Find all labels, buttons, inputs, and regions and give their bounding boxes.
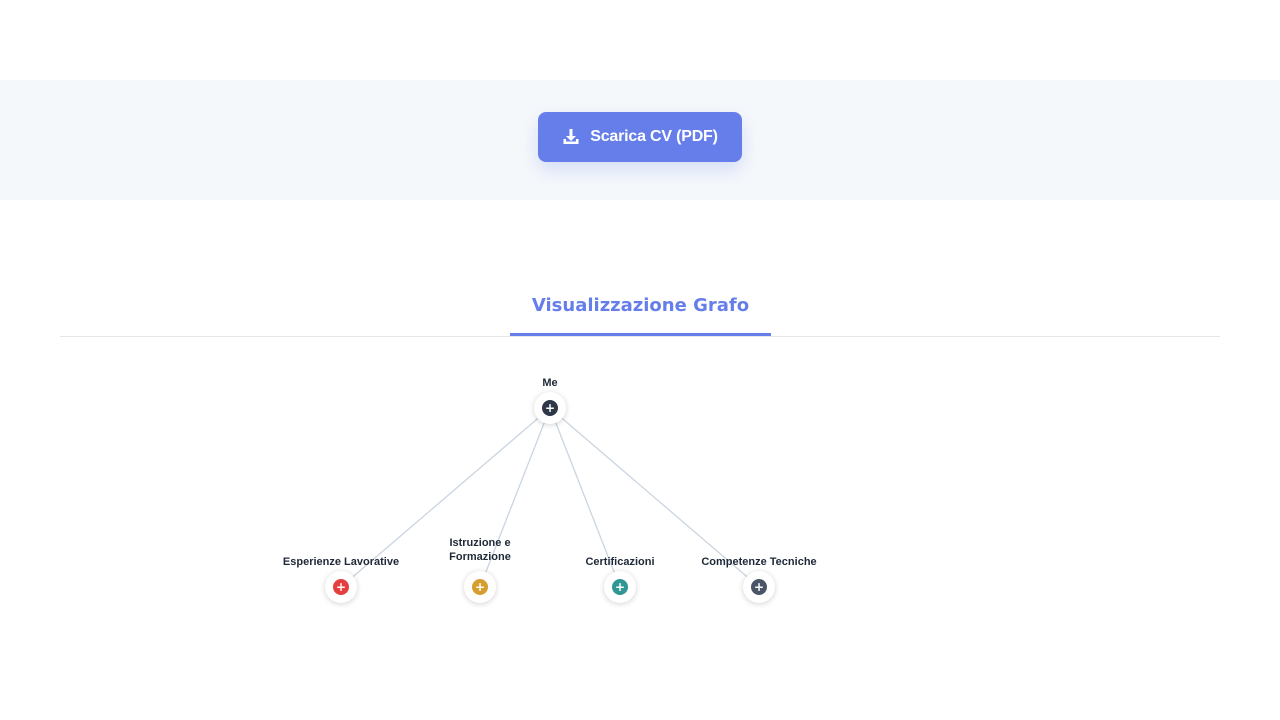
tab-bar: Visualizzazione Grafo [60, 280, 1220, 337]
node-label-istruzione-line1: Istruzione e [449, 537, 511, 549]
tab-graph-view[interactable]: Visualizzazione Grafo [510, 280, 771, 336]
download-section: Scarica CV (PDF) [0, 80, 1280, 200]
plus-icon: + [751, 579, 767, 595]
page-header-space [0, 0, 1280, 80]
download-cv-label: Scarica CV (PDF) [590, 128, 718, 145]
download-cv-button[interactable]: Scarica CV (PDF) [538, 112, 742, 162]
node-certificazioni[interactable]: + [604, 571, 636, 603]
node-esperienze-lavorative[interactable]: + [325, 571, 357, 603]
node-label-competenze: Competenze Tecniche [701, 556, 817, 568]
node-label-esperienze: Esperienze Lavorative [282, 556, 400, 568]
node-label-me: Me [542, 377, 558, 389]
graph-edges [340, 407, 760, 588]
plus-icon: + [333, 579, 349, 595]
node-istruzione-formazione[interactable]: + [464, 571, 496, 603]
node-me[interactable]: + [534, 392, 566, 424]
node-competenze-tecniche[interactable]: + [743, 571, 775, 603]
tab-graph-view-label: Visualizzazione Grafo [531, 295, 750, 316]
cv-graph: Me + Esperienze Lavorative + Istruzione … [0, 340, 1280, 660]
node-label-istruzione-line2: Formazione [449, 551, 511, 563]
plus-icon: + [612, 579, 628, 595]
node-label-certificazioni: Certificazioni [585, 556, 655, 568]
plus-icon: + [542, 400, 558, 416]
download-icon [563, 129, 579, 144]
plus-icon: + [472, 579, 488, 595]
